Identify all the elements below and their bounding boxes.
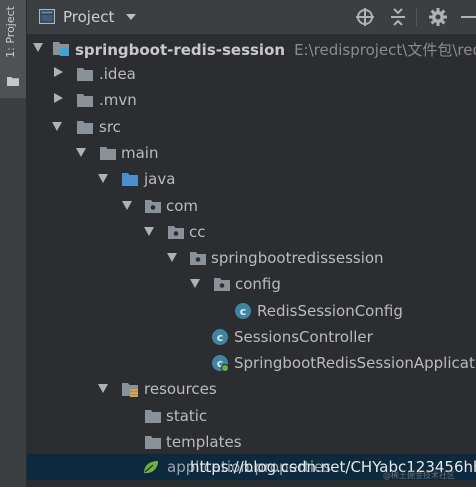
package-icon [190,252,206,265]
svg-text:c: c [217,331,224,344]
module-folder-icon [53,42,69,56]
panel-title[interactable]: Project [63,8,114,26]
tree-row-application-class[interactable]: c SpringbootRedisSessionApplicati [27,350,476,376]
tree-item-label: static [166,407,208,425]
tree-item-label: config [235,275,281,293]
project-panel-header: Project [27,0,476,35]
class-icon: c [212,329,228,345]
header-divider [416,8,417,26]
spring-boot-class-icon: c [212,355,229,372]
tree-row-sessionscontroller[interactable]: c SessionsController [27,324,476,350]
tree-item-label: com [166,197,199,215]
tree-row-mvn[interactable]: .mvn [27,87,476,113]
tree-item-label: main [121,144,159,162]
locate-icon[interactable] [355,7,375,27]
tree-row-java[interactable]: java [27,166,476,192]
tree-item-label: RedisSessionConfig [257,302,403,320]
project-tool-tab-label: 1: Project [4,6,17,58]
tree-item-label: resources [144,380,217,398]
tree-row-config[interactable]: config [27,271,476,297]
folder-icon [77,94,93,107]
tree-item-label: src [99,118,121,136]
tree-item-label: java [144,170,176,188]
tree-row-root[interactable]: springboot-redis-session E:\redisproject\… [27,35,476,61]
tree-item-label: cc [189,223,206,241]
expand-arrow-icon[interactable] [190,279,200,288]
tree-row-com[interactable]: com [27,193,476,219]
collapse-arrow-icon[interactable] [54,93,63,103]
folder-icon [100,147,116,160]
folder-icon [77,68,93,81]
class-icon: c [235,303,251,319]
svg-text:c: c [240,305,247,318]
collapse-all-icon[interactable] [388,7,408,27]
project-tool-tab[interactable]: 1: Project [0,0,26,98]
tree-item-label: templates [166,433,242,451]
root-project-name: springboot-redis-session [75,41,286,59]
expand-arrow-icon[interactable] [98,384,108,393]
tool-window-strip: 1: Project [0,0,27,487]
folder-icon [77,121,93,134]
watermark-text: @稀土掘金技术社区 [383,471,455,480]
tree-item-label: SpringbootRedisSessionApplicati [234,354,476,372]
tree-item-label: springboot-redis-session E:\redisproject\… [75,39,476,60]
tree-row-idea[interactable]: .idea [27,61,476,87]
expand-arrow-icon[interactable] [167,253,177,262]
project-view-icon [39,9,55,24]
tree-row-cc[interactable]: cc [27,219,476,245]
folder-icon [145,410,161,423]
source-folder-icon [122,173,138,186]
folder-icon [7,77,19,86]
tree-item-label: .mvn [99,91,137,109]
expand-arrow-icon[interactable] [52,122,62,131]
tree-row-src[interactable]: src [27,114,476,140]
collapse-arrow-icon[interactable] [54,67,63,77]
package-icon [145,200,161,213]
project-tree: springboot-redis-session E:\redisproject\… [27,34,476,487]
expand-arrow-icon[interactable] [98,174,108,183]
tree-row-templates[interactable]: templates [27,429,476,455]
tree-row-main[interactable]: main [27,140,476,166]
expand-arrow-icon[interactable] [122,201,132,210]
hide-panel-icon[interactable] [461,16,476,18]
resources-folder-icon [122,383,138,397]
tree-row-resources[interactable]: resources [27,376,476,402]
tree-item-label: springbootredissession [211,249,384,267]
chevron-down-icon[interactable] [126,14,136,20]
expand-arrow-icon[interactable] [144,227,154,236]
tree-row-redissessionconfig[interactable]: c RedisSessionConfig [27,298,476,324]
tree-row-springbootredissession[interactable]: springbootredissession [27,245,476,271]
expand-arrow-icon[interactable] [33,43,43,52]
tree-row-static[interactable]: static [27,403,476,429]
gear-icon[interactable] [428,7,448,27]
package-icon [168,226,184,239]
folder-icon [145,436,161,449]
tree-item-label: .idea [99,65,136,83]
root-project-path: E:\redisproject\文件包\redis\ [294,41,476,59]
package-icon [214,278,230,291]
spring-leaf-icon [144,461,158,474]
tree-item-label: SessionsController [234,328,373,346]
expand-arrow-icon[interactable] [76,148,86,157]
